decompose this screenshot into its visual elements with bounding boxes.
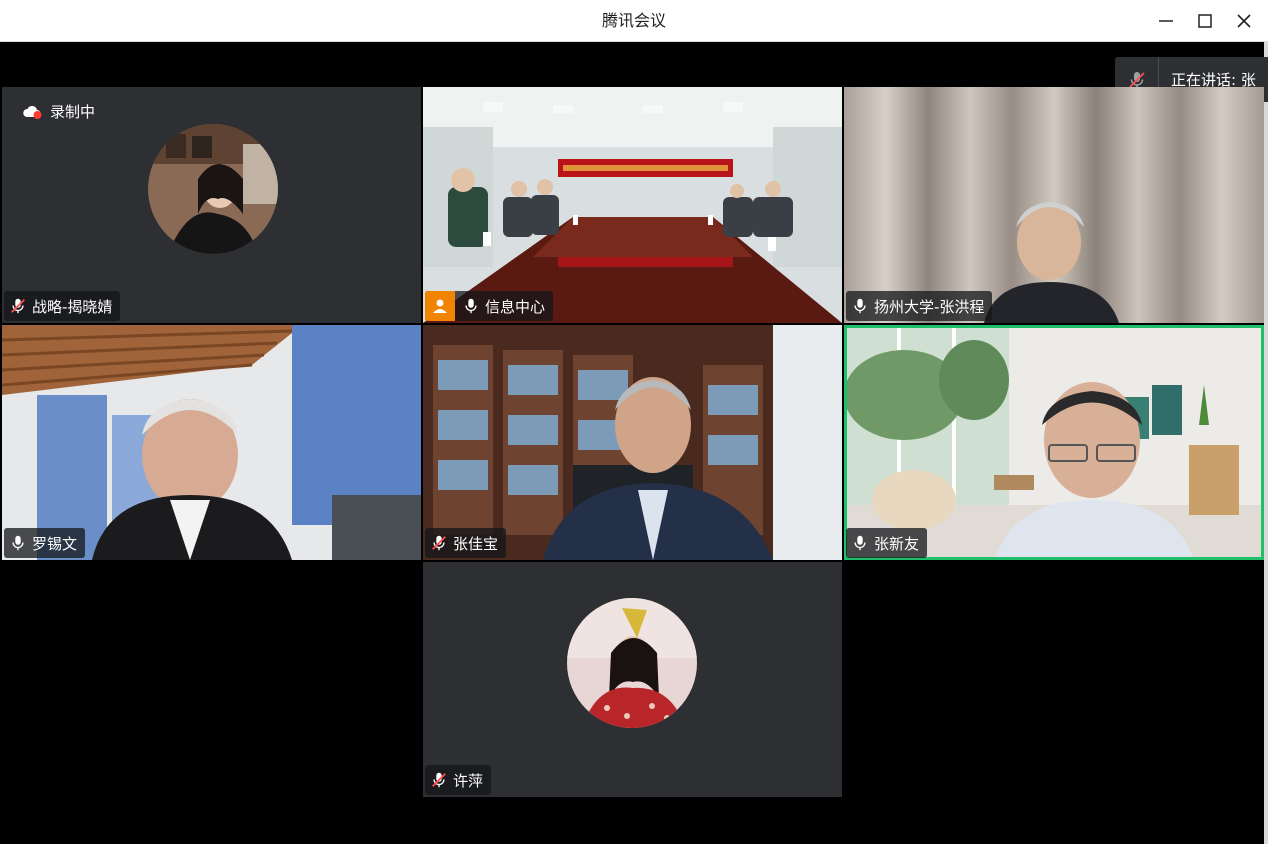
participant-name: 战略-揭晓婧: [32, 297, 113, 316]
participant-nametag: 张佳宝: [425, 528, 507, 558]
mic-icon: [850, 533, 870, 553]
mic-muted-icon: [8, 296, 28, 316]
maximize-icon: [1198, 14, 1212, 28]
window-title: 腾讯会议: [601, 11, 666, 30]
participant-name: 扬州大学-张洪程: [874, 297, 985, 316]
video-feed: [423, 87, 842, 323]
participant-name: 张佳宝: [453, 534, 499, 553]
participant-name: 信息中心: [485, 297, 546, 316]
participant-name: 罗锡文: [32, 534, 78, 553]
participant-nametag: 罗锡文: [4, 528, 86, 558]
participant-tile[interactable]: 录制中 战略-揭晓婧: [2, 87, 421, 323]
mic-icon: [461, 296, 481, 316]
video-feed: [2, 325, 421, 560]
participant-nametag: 扬州大学-张洪程: [846, 291, 993, 321]
participant-nametag: 战略-揭晓婧: [4, 291, 121, 321]
participant-name: 张新友: [874, 534, 920, 553]
participant-tile[interactable]: 扬州大学-张洪程: [844, 87, 1264, 323]
participant-nametag: 信息中心: [425, 291, 554, 321]
window-edge: [1264, 42, 1268, 844]
host-icon: [425, 291, 455, 321]
avatar: [148, 124, 278, 254]
mic-muted-icon: [429, 770, 449, 790]
maximize-button[interactable]: [1190, 6, 1220, 36]
title-bar: 腾讯会议: [0, 0, 1268, 42]
close-button[interactable]: [1229, 6, 1259, 36]
mic-icon: [8, 533, 28, 553]
minimize-button[interactable]: [1151, 6, 1181, 36]
close-icon: [1237, 14, 1251, 28]
recording-status: 录制中: [22, 101, 95, 122]
video-feed: [844, 325, 1264, 560]
recording-label: 录制中: [50, 103, 96, 121]
mic-icon: [850, 296, 870, 316]
minimize-icon: [1159, 20, 1173, 22]
participant-nametag: 许萍: [425, 765, 492, 795]
participant-tile[interactable]: 罗锡文: [2, 325, 421, 560]
participant-tile-active[interactable]: 张新友: [844, 325, 1264, 560]
cloud-record-icon: [23, 105, 42, 119]
participant-tile[interactable]: 许萍: [423, 562, 842, 797]
participant-name: 许萍: [453, 771, 484, 790]
mic-muted-icon: [429, 533, 449, 553]
participant-tile[interactable]: 信息中心: [423, 87, 842, 323]
video-feed: [423, 325, 842, 560]
video-feed: [844, 87, 1264, 323]
avatar: [567, 598, 697, 728]
participant-nametag: 张新友: [846, 528, 928, 558]
participant-tile[interactable]: 张佳宝: [423, 325, 842, 560]
